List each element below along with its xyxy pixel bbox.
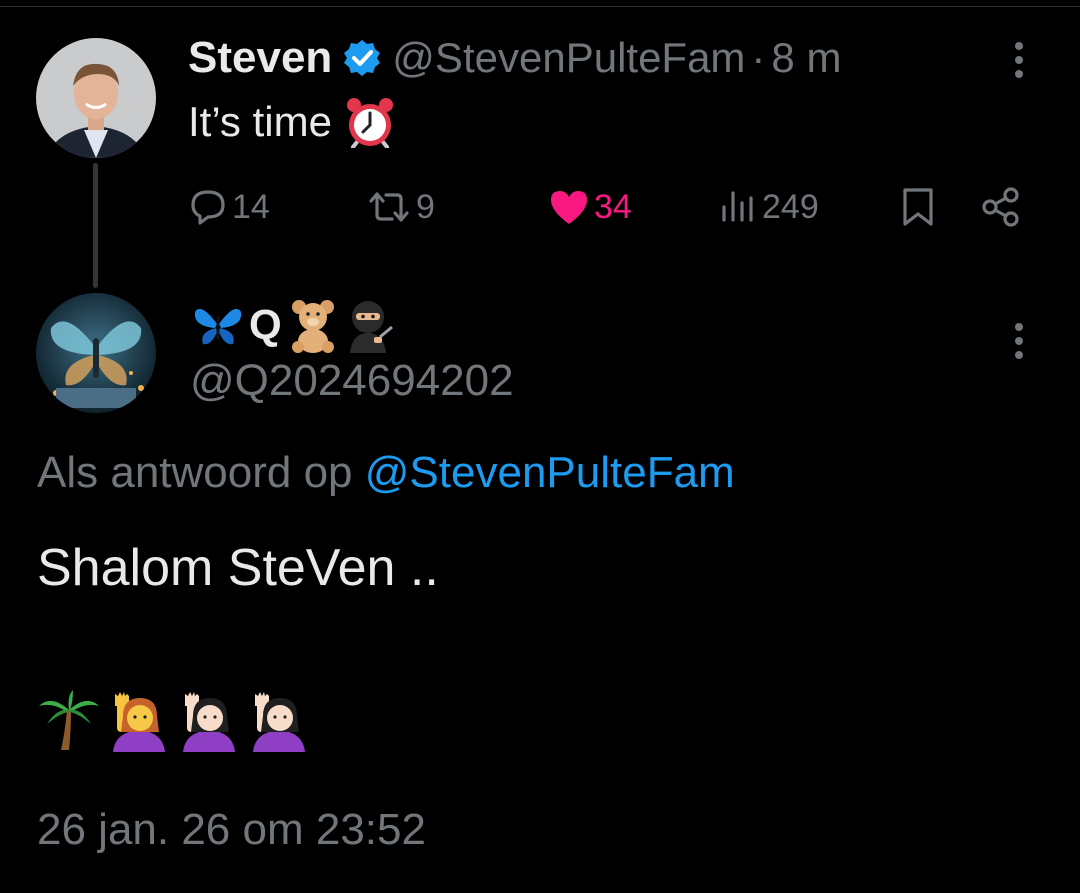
like-count: 34 <box>594 187 632 226</box>
tweet-header: Steven @StevenPulteFam · 8 m <box>188 30 841 86</box>
author-name[interactable]: Steven <box>188 33 332 83</box>
reply-handle[interactable]: @Q2024694202 <box>190 356 514 406</box>
tweet-time[interactable]: 8 m <box>771 34 841 82</box>
reply-emoji-row <box>37 688 311 752</box>
thread-connector-line <box>93 163 98 288</box>
reply-button[interactable]: 14 <box>188 183 270 231</box>
avatar-q[interactable] <box>36 293 156 413</box>
author-handle[interactable]: @StevenPulteFam <box>392 34 745 82</box>
tweet-text-content: It’s time <box>188 98 332 145</box>
ninja-icon <box>349 301 393 353</box>
woman-raising-hand-icon <box>253 692 305 752</box>
views-button[interactable]: 249 <box>718 183 819 231</box>
bookmark-button[interactable] <box>900 183 936 231</box>
verified-badge-icon[interactable] <box>342 38 382 78</box>
retweet-button[interactable]: 9 <box>366 183 435 231</box>
tweet-text: It’s time <box>188 96 396 148</box>
replying-to-prefix: Als antwoord op <box>37 448 353 497</box>
top-divider <box>0 0 1080 7</box>
heart-icon <box>551 191 587 224</box>
reply-count: 14 <box>232 187 270 226</box>
header-separator: · <box>751 34 766 81</box>
bookmark-icon <box>903 188 933 226</box>
replying-to-mention-link[interactable]: @StevenPulteFam <box>365 448 735 497</box>
replying-to-line: Als antwoord op @StevenPulteFam <box>37 448 735 498</box>
reply-text: Shalom SteVen .. <box>37 539 439 597</box>
woman-raising-hand-icon <box>113 692 165 752</box>
retweet-count: 9 <box>416 187 435 226</box>
analytics-icon <box>722 191 753 222</box>
palm-tree-icon <box>39 690 99 750</box>
share-icon <box>982 187 1019 227</box>
reply-display-name[interactable]: Q <box>193 290 394 360</box>
like-button[interactable]: 34 <box>548 183 632 231</box>
views-count: 249 <box>762 187 819 226</box>
more-options-icon[interactable] <box>1015 323 1023 359</box>
alarm-clock-icon <box>344 96 396 148</box>
reply-timestamp[interactable]: 26 jan. 26 om 23:52 <box>37 805 426 855</box>
reply-icon <box>191 190 225 225</box>
share-button[interactable] <box>980 183 1022 231</box>
butterfly-icon <box>194 308 242 345</box>
more-options-icon[interactable] <box>1015 42 1023 78</box>
retweet-icon <box>369 192 409 222</box>
teddy-bear-icon <box>291 300 334 353</box>
avatar-steven[interactable] <box>36 38 156 158</box>
woman-raising-hand-icon <box>183 692 235 752</box>
reply-display-name-text: Q <box>249 301 282 348</box>
